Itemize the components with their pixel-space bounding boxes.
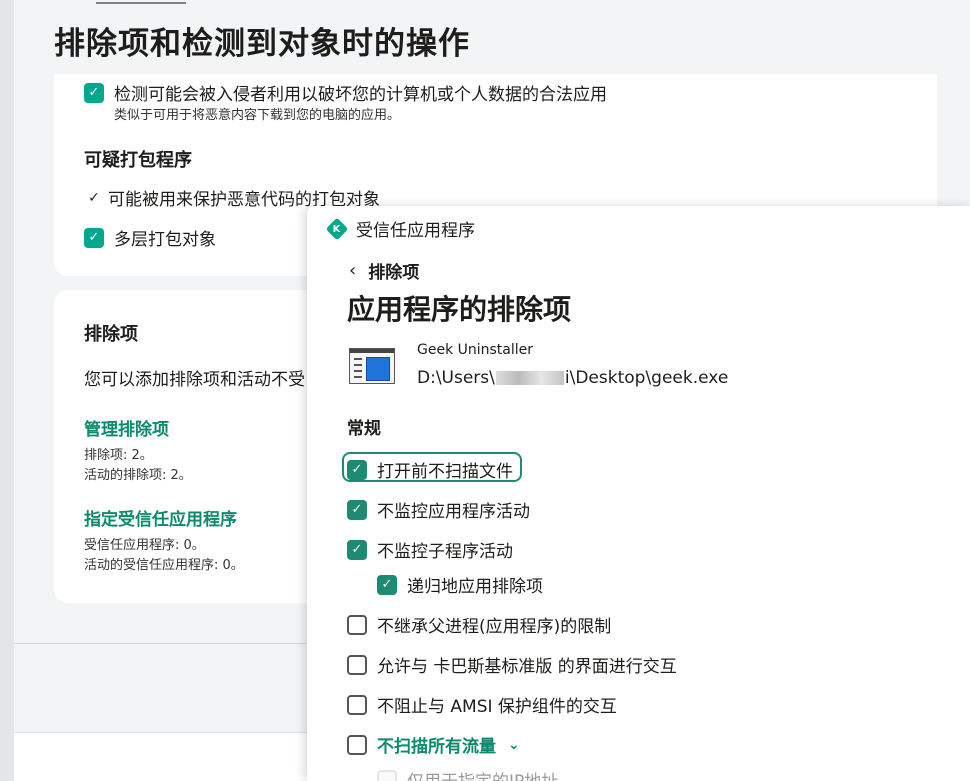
general-section-heading: 常规 <box>347 419 381 439</box>
exclusions-description: 您可以添加排除项和活动不受 <box>84 370 305 390</box>
checkbox-unchecked-icon[interactable] <box>347 734 367 755</box>
chevron-down-icon[interactable]: ⌄ <box>508 737 520 753</box>
option-no-monitor-app[interactable]: ✓ 不监控应用程序活动 <box>347 497 530 522</box>
multipacked-option[interactable]: ✓ 多层打包对象 <box>84 225 216 250</box>
exclusions-count: 排除项: 2。 <box>84 448 153 463</box>
trusted-apps-count: 受信任应用程序: 0。 <box>84 538 205 553</box>
checkbox-checked-icon[interactable]: ✓ <box>347 539 367 560</box>
check-mark-icon: ✓ <box>88 189 100 206</box>
application-icon <box>349 348 395 384</box>
option-label: 不继承父进程(应用程序)的限制 <box>377 617 612 637</box>
option-recursive[interactable]: ✓ 递归地应用排除项 <box>377 572 543 597</box>
multipacked-label: 多层打包对象 <box>114 230 216 250</box>
option-no-monitor-child[interactable]: ✓ 不监控子程序活动 <box>347 537 513 562</box>
panel-header: K 受信任应用程序 <box>325 216 475 241</box>
chevron-left-icon: ‹ <box>349 260 357 281</box>
option-no-inherit-limits[interactable]: 不继承父进程(应用程序)的限制 <box>347 612 611 637</box>
panel-window-title: 受信任应用程序 <box>356 221 475 241</box>
divider <box>14 643 314 644</box>
checkbox-checked-icon[interactable]: ✓ <box>84 227 104 248</box>
option-no-scan-before-open[interactable]: ✓ 打开前不扫描文件 <box>347 457 513 482</box>
panel-title: 应用程序的排除项 <box>347 293 572 326</box>
exclusions-heading: 排除项 <box>84 324 138 345</box>
option-only-specified-ip[interactable]: 仅用于指定的IP地址 <box>377 767 558 781</box>
option-label: 打开前不扫描文件 <box>377 462 513 482</box>
option-label: 仅用于指定的IP地址 <box>407 767 558 781</box>
legal-apps-option[interactable]: ✓ 检测可能会被入侵者利用以破坏您的计算机或个人数据的合法应用 <box>84 80 607 105</box>
active-trusted-apps-count: 活动的受信任应用程序: 0。 <box>84 558 244 573</box>
kaspersky-logo-icon: K <box>325 217 349 240</box>
app-path-prefix: D:\Users\ <box>417 368 495 388</box>
option-label: 递归地应用排除项 <box>407 577 543 597</box>
option-label: 不监控应用程序活动 <box>377 502 530 522</box>
checkbox-checked-icon[interactable]: ✓ <box>347 499 367 520</box>
checkbox-unchecked-icon[interactable] <box>347 654 367 675</box>
app-path: D:\Users\ i\Desktop\geek.exe <box>417 368 728 388</box>
checkbox-unchecked-icon[interactable] <box>347 614 367 635</box>
app-name: Geek Uninstaller <box>417 342 534 358</box>
checkbox-checked-icon[interactable]: ✓ <box>84 82 104 103</box>
checkbox-unchecked-icon[interactable] <box>347 694 367 715</box>
left-edge-strip <box>0 0 14 781</box>
page-title: 排除项和检测到对象时的操作 <box>54 26 470 62</box>
checkbox-checked-icon[interactable]: ✓ <box>347 459 367 480</box>
checkbox-checked-icon[interactable]: ✓ <box>377 574 397 595</box>
back-button[interactable]: ‹ 排除项 <box>349 258 419 283</box>
option-label: 不阻止与 AMSI 保护组件的交互 <box>377 697 617 717</box>
option-label: 允许与 卡巴斯基标准版 的界面进行交互 <box>377 657 677 677</box>
active-exclusions-count: 活动的排除项: 2。 <box>84 468 192 483</box>
footer-bar <box>14 732 314 781</box>
option-label: 不扫描所有流量 <box>377 737 496 757</box>
manage-exclusions-link[interactable]: 管理排除项 <box>84 415 169 440</box>
option-label: 不监控子程序活动 <box>377 542 513 562</box>
option-no-scan-traffic[interactable]: 不扫描所有流量 ⌄ <box>347 732 520 757</box>
suspicious-packers-heading: 可疑打包程序 <box>84 150 192 171</box>
option-allow-ui-interaction[interactable]: 允许与 卡巴斯基标准版 的界面进行交互 <box>347 652 677 677</box>
option-no-block-amsi[interactable]: 不阻止与 AMSI 保护组件的交互 <box>347 692 617 717</box>
app-path-suffix: i\Desktop\geek.exe <box>564 368 729 388</box>
legal-apps-label: 检测可能会被入侵者利用以破坏您的计算机或个人数据的合法应用 <box>114 85 607 105</box>
trusted-apps-link[interactable]: 指定受信任应用程序 <box>84 505 237 530</box>
legal-apps-sublabel: 类似于可用于将恶意内容下载到您的电脑的应用。 <box>114 108 401 123</box>
redacted-username <box>495 371 564 385</box>
trusted-apps-panel: K 受信任应用程序 ‹ 排除项 应用程序的排除项 Geek Uninstalle… <box>307 206 970 781</box>
back-label: 排除项 <box>368 263 420 283</box>
cut-off-heading <box>96 0 186 4</box>
checkbox-disabled-icon[interactable] <box>377 769 397 781</box>
